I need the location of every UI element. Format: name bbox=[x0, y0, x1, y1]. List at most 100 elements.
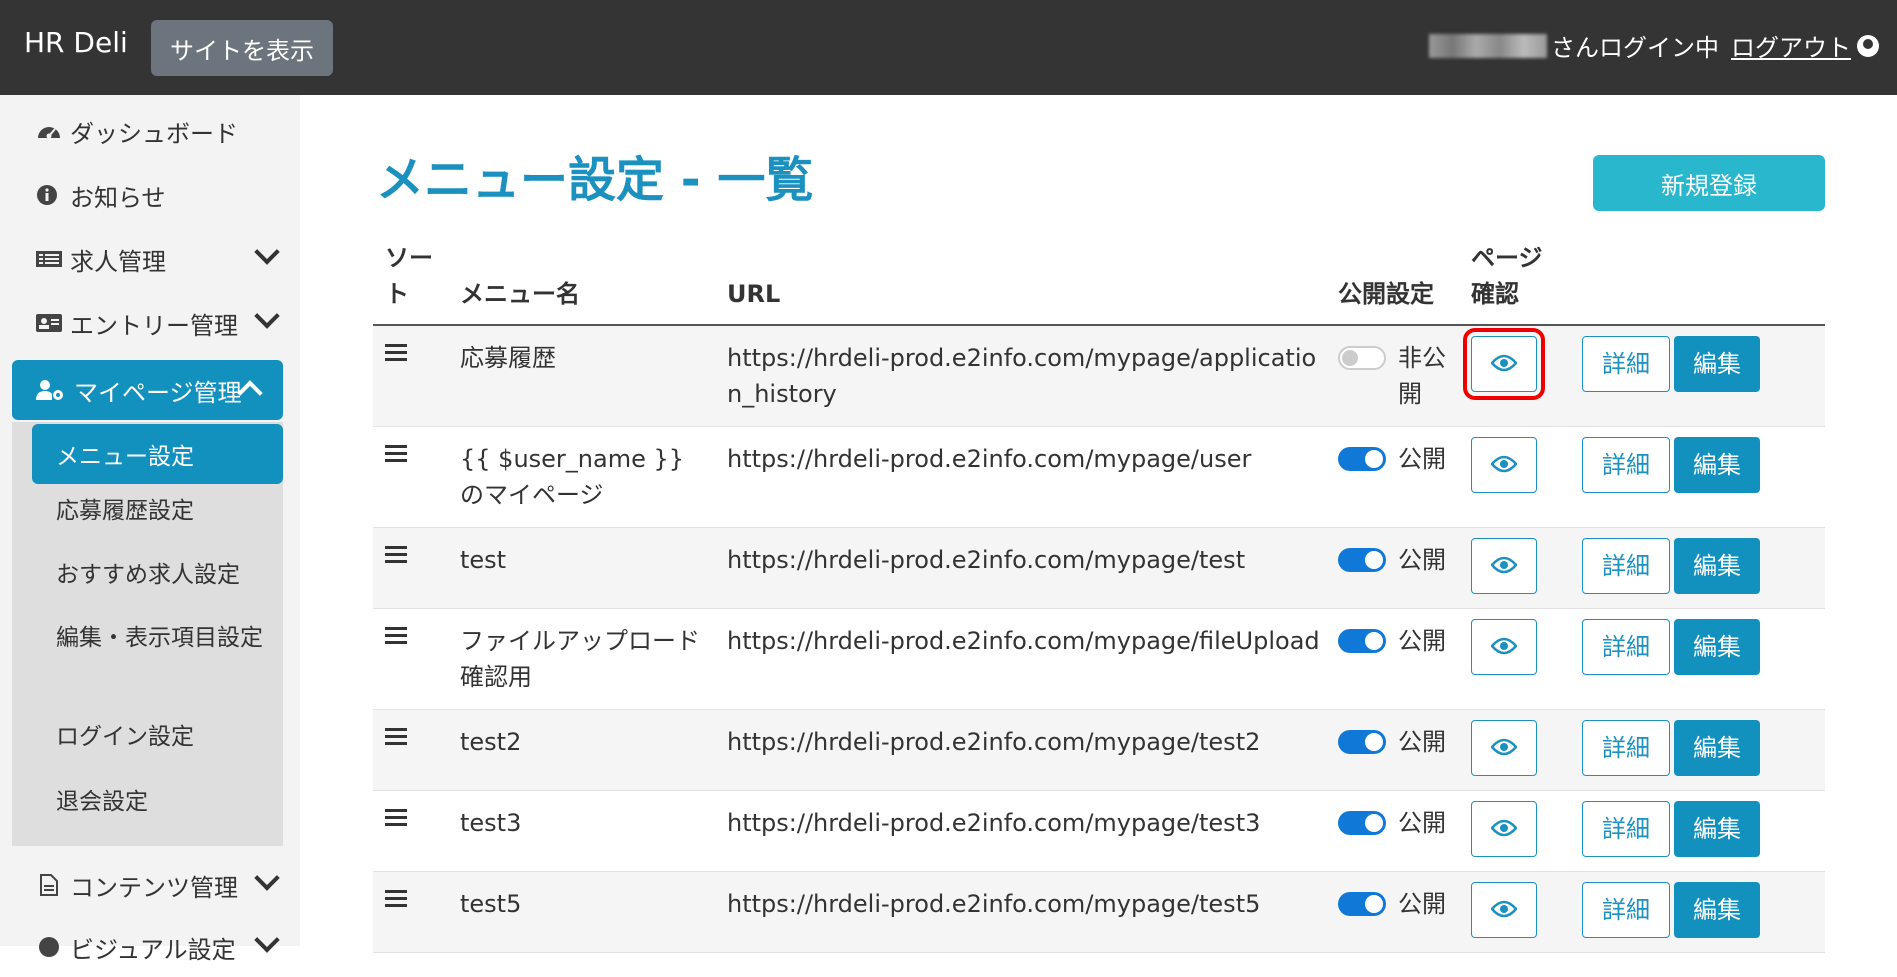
table-row: 応募履歴 https://hrdeli-prod.e2info.com/mypag… bbox=[373, 325, 1825, 427]
sort-cell bbox=[373, 709, 448, 791]
preview-eye-button[interactable] bbox=[1471, 437, 1537, 493]
public-status-label: 公開 bbox=[1398, 546, 1446, 574]
login-status-text: さんログイン中 bbox=[1551, 34, 1719, 62]
edit-button[interactable]: 編集 bbox=[1674, 336, 1760, 392]
detail-button[interactable]: 詳細 bbox=[1582, 882, 1670, 938]
page-title: メニュー設定 - 一覧 bbox=[376, 152, 814, 208]
confirm-cell bbox=[1471, 790, 1566, 872]
detail-button[interactable]: 詳細 bbox=[1582, 336, 1670, 392]
sidebar-item-contents[interactable]: コンテンツ管理 bbox=[0, 855, 300, 915]
sidebar-item-visual[interactable]: ビジュアル設定 bbox=[0, 917, 300, 977]
actions-cell: 詳細 編集 bbox=[1566, 527, 1825, 609]
sidebar-item-jobs[interactable]: 求人管理 bbox=[0, 229, 300, 289]
public-status-label: 公開 bbox=[1398, 809, 1446, 837]
public-toggle-switch[interactable] bbox=[1338, 892, 1386, 916]
edit-button[interactable]: 編集 bbox=[1674, 538, 1760, 594]
public-cell: 公開 bbox=[1338, 527, 1471, 609]
menu-name: ファイルアップロード確認用 bbox=[460, 627, 700, 691]
menu-url: https://hrdeli-prod.e2info.com/mypage/ap… bbox=[727, 344, 1317, 408]
public-cell: 公開 bbox=[1338, 709, 1471, 791]
preview-eye-button[interactable] bbox=[1471, 720, 1537, 776]
url-cell: https://hrdeli-prod.e2info.com/mypage/te… bbox=[715, 527, 1338, 609]
drag-handle-icon[interactable] bbox=[385, 445, 407, 462]
edit-button[interactable]: 編集 bbox=[1674, 882, 1760, 938]
eye-svg bbox=[1490, 738, 1518, 756]
detail-button[interactable]: 詳細 bbox=[1582, 538, 1670, 594]
palette-icon bbox=[39, 937, 59, 957]
chevron-down-icon bbox=[254, 865, 280, 891]
sidebar-item-label: コンテンツ管理 bbox=[70, 873, 238, 902]
drag-handle-icon[interactable] bbox=[385, 344, 407, 361]
public-status-label: 公開 bbox=[1398, 890, 1446, 918]
drag-handle-icon[interactable] bbox=[385, 809, 407, 826]
public-status-label: 公開 bbox=[1398, 627, 1446, 655]
user-circle-icon[interactable] bbox=[1857, 34, 1879, 57]
edit-button[interactable]: 編集 bbox=[1674, 437, 1760, 493]
info-icon bbox=[37, 185, 57, 205]
public-toggle-switch[interactable] bbox=[1338, 346, 1386, 370]
eye-icon bbox=[1490, 629, 1518, 665]
column-header-url: URL bbox=[715, 236, 1338, 326]
detail-button[interactable]: 詳細 bbox=[1582, 801, 1670, 857]
menu-name-cell: test bbox=[448, 527, 715, 609]
menu-name-cell: {{ $user_name }}のマイページ bbox=[448, 426, 715, 528]
file-icon bbox=[40, 874, 58, 896]
edit-button[interactable]: 編集 bbox=[1674, 801, 1760, 857]
new-register-button[interactable]: 新規登録 bbox=[1593, 155, 1825, 211]
drag-handle-icon[interactable] bbox=[385, 890, 407, 907]
sidebar-item-entries[interactable]: エントリー管理 bbox=[0, 293, 300, 353]
sidebar-item-label: ダッシュボード bbox=[70, 119, 238, 148]
preview-eye-button[interactable] bbox=[1471, 882, 1537, 938]
menu-name-cell: test2 bbox=[448, 709, 715, 791]
public-toggle-switch[interactable] bbox=[1338, 447, 1386, 471]
url-cell: https://hrdeli-prod.e2info.com/mypage/us… bbox=[715, 426, 1338, 528]
public-cell: 公開 bbox=[1338, 790, 1471, 872]
public-toggle-switch[interactable] bbox=[1338, 629, 1386, 653]
preview-eye-button[interactable] bbox=[1471, 538, 1537, 594]
sidebar-subitem-recommended-jobs[interactable]: おすすめ求人設定 bbox=[32, 557, 283, 593]
sidebar-item-dashboard[interactable]: ダッシュボード bbox=[0, 101, 300, 161]
public-status-label: 公開 bbox=[1398, 728, 1446, 756]
detail-button[interactable]: 詳細 bbox=[1582, 720, 1670, 776]
menu-url: https://hrdeli-prod.e2info.com/mypage/te… bbox=[727, 728, 1261, 756]
preview-eye-button[interactable] bbox=[1463, 328, 1545, 400]
sidebar-item-label: 求人管理 bbox=[70, 247, 166, 276]
menu-name-cell: test3 bbox=[448, 790, 715, 872]
preview-eye-button[interactable] bbox=[1471, 619, 1537, 675]
menu-url: https://hrdeli-prod.e2info.com/mypage/te… bbox=[727, 809, 1261, 837]
public-toggle-switch[interactable] bbox=[1338, 730, 1386, 754]
detail-button[interactable]: 詳細 bbox=[1582, 619, 1670, 675]
drag-handle-icon[interactable] bbox=[385, 627, 407, 644]
column-header-sort: ソート bbox=[373, 236, 448, 326]
table-row: test5 https://hrdeli-prod.e2info.com/mypa… bbox=[373, 871, 1825, 953]
sidebar-item-label: ビジュアル設定 bbox=[70, 935, 236, 964]
detail-button[interactable]: 詳細 bbox=[1582, 437, 1670, 493]
drag-handle-icon[interactable] bbox=[385, 728, 407, 745]
column-header-actions bbox=[1566, 236, 1825, 326]
sidebar-item-mypage[interactable]: マイページ管理 bbox=[12, 360, 283, 420]
sidebar-subitem-application-history[interactable]: 応募履歴設定 bbox=[32, 493, 283, 529]
preview-eye-button[interactable] bbox=[1471, 801, 1537, 857]
public-toggle-switch[interactable] bbox=[1338, 548, 1386, 572]
blurred-username bbox=[1429, 33, 1547, 58]
view-site-button[interactable]: サイトを表示 bbox=[151, 20, 333, 76]
actions-cell: 詳細 編集 bbox=[1566, 325, 1825, 427]
logout-link[interactable]: ログアウト bbox=[1731, 28, 1851, 63]
sidebar-subitem-menu-settings[interactable]: メニュー設定 bbox=[32, 424, 283, 484]
sidebar-subitem-display-items[interactable]: 編集・表示項目設定 bbox=[32, 620, 283, 656]
public-toggle-switch[interactable] bbox=[1338, 811, 1386, 835]
brand-logo[interactable]: HR Deli bbox=[24, 26, 128, 59]
sidebar-subitem-login-settings[interactable]: ログイン設定 bbox=[32, 719, 283, 755]
public-status-label: 非公開 bbox=[1398, 344, 1446, 408]
public-cell: 非公開 bbox=[1338, 325, 1471, 427]
drag-handle-icon[interactable] bbox=[385, 546, 407, 563]
edit-button[interactable]: 編集 bbox=[1674, 720, 1760, 776]
sidebar-item-news[interactable]: お知らせ bbox=[0, 165, 300, 225]
sidebar-subitem-withdrawal-settings[interactable]: 退会設定 bbox=[32, 784, 283, 820]
table-row: test3 https://hrdeli-prod.e2info.com/mypa… bbox=[373, 790, 1825, 872]
edit-button[interactable]: 編集 bbox=[1674, 619, 1760, 675]
column-header-confirm: ページ確認 bbox=[1471, 236, 1566, 326]
sort-cell bbox=[373, 871, 448, 953]
chevron-down-icon bbox=[254, 303, 280, 329]
confirm-cell bbox=[1471, 426, 1566, 528]
